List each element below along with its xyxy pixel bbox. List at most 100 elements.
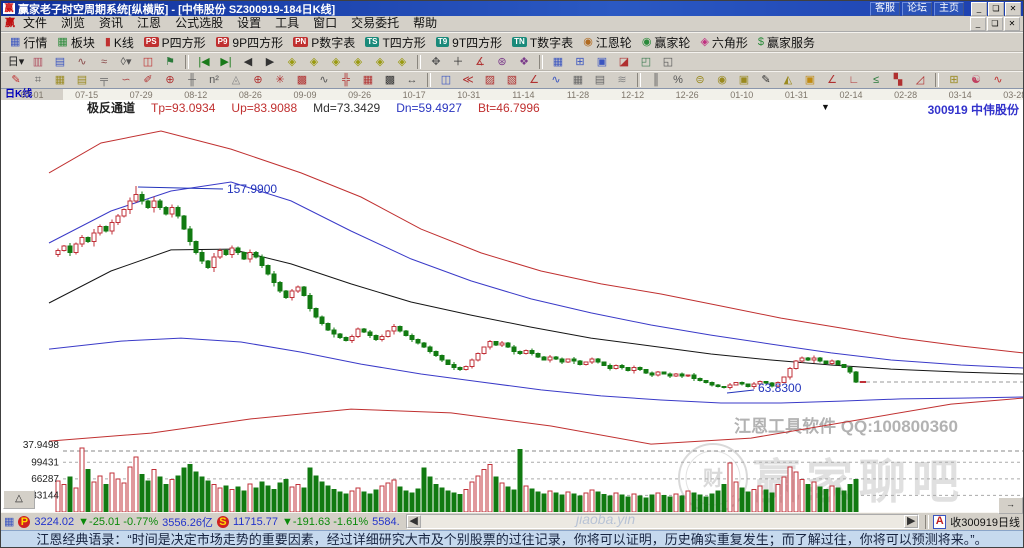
pattern-tool-button[interactable]: ❖: [514, 53, 534, 71]
scrollbar-right-arrow-icon[interactable]: ▶: [904, 515, 919, 528]
restore-button[interactable]: ❏: [987, 16, 1003, 31]
minimize-button[interactable]: _: [970, 16, 986, 31]
toolbar-9t-square-button[interactable]: T9 9T四方形: [431, 33, 507, 52]
chart-layout-button[interactable]: ▥: [28, 53, 48, 71]
kline-chart[interactable]: 财江恩工具软件 QQ:100800360赢家聊吧37.9498994316628…: [1, 89, 1024, 512]
menu-item-7[interactable]: 窗口: [306, 16, 344, 31]
quick-link-2[interactable]: 主页: [934, 1, 964, 16]
calculator-button[interactable]: ⊞: [570, 53, 590, 71]
green-angle-button[interactable]: ≤: [866, 71, 886, 89]
width-arrows-button[interactable]: ↔: [402, 71, 422, 89]
square-n2-button[interactable]: n²: [204, 71, 224, 89]
minimize-button[interactable]: _: [971, 1, 987, 16]
pan-hand-button[interactable]: ✥: [426, 53, 446, 71]
angle-pen-button[interactable]: ✐: [138, 71, 158, 89]
prev-bar-button[interactable]: ◀: [238, 53, 258, 71]
skip-start-button[interactable]: |◀: [194, 53, 214, 71]
chart-scroll-right-button[interactable]: →: [998, 497, 1023, 514]
minute-line-button[interactable]: ∿: [72, 53, 92, 71]
hatch-box2-button[interactable]: ▧: [502, 71, 522, 89]
brush-button[interactable]: ✎: [756, 71, 776, 89]
yinyang-button[interactable]: ☯: [966, 71, 986, 89]
zoom-in-button[interactable]: ◈: [304, 53, 324, 71]
close-button[interactable]: ✕: [1005, 1, 1021, 16]
grid-a-button[interactable]: ▦: [568, 71, 588, 89]
menu-item-5[interactable]: 设置: [230, 16, 268, 31]
f-angle-button[interactable]: ∟: [844, 71, 864, 89]
toolbar-p-table-button[interactable]: PN P数字表: [288, 33, 360, 52]
export-button[interactable]: ◰: [636, 53, 656, 71]
price-ruler-button[interactable]: ╤: [94, 71, 114, 89]
menu-item-6[interactable]: 工具: [268, 16, 306, 31]
marker-selector-button[interactable]: ◊▾: [116, 53, 136, 71]
steps-button[interactable]: ▚: [888, 71, 908, 89]
toolbar-9p-square-button[interactable]: P9 9P四方形: [211, 33, 288, 52]
wave-button[interactable]: ∿: [988, 71, 1008, 89]
collapse-pane-button[interactable]: △: [3, 490, 35, 509]
rising-angle-button[interactable]: ∠: [822, 71, 842, 89]
toolbar-winner-service-button[interactable]: $ 赢家服务: [753, 33, 820, 52]
toolbar-winner-wheel-button[interactable]: ◉ 赢家轮: [637, 33, 696, 52]
percent-gold-button[interactable]: ⊜: [690, 71, 710, 89]
pyramid-button[interactable]: ◭: [778, 71, 798, 89]
quick-link-1[interactable]: 论坛: [902, 1, 932, 16]
menu-item-0[interactable]: 文件: [16, 16, 54, 31]
toolbar-sectors-button[interactable]: ▦ 板块: [52, 33, 99, 52]
circle-cross-button[interactable]: ⊕: [160, 71, 180, 89]
grid-window-button[interactable]: ⊞: [944, 71, 964, 89]
close-button[interactable]: ✕: [1004, 16, 1020, 31]
arc-line-button[interactable]: ∽: [116, 71, 136, 89]
flag-tool-button[interactable]: ⚑: [160, 53, 180, 71]
zigzag-button[interactable]: ∿: [546, 71, 566, 89]
toolbar-hexagon-button[interactable]: ◈ 六角形: [695, 33, 752, 52]
gann-box-gold-button[interactable]: ▦: [50, 71, 70, 89]
calendar-button[interactable]: ▦: [548, 53, 568, 71]
next-bar-button[interactable]: ▶: [260, 53, 280, 71]
scrollbar-left-arrow-icon[interactable]: ◀: [406, 515, 421, 528]
period-day-selector-button[interactable]: 日▾: [6, 53, 26, 71]
trend-angle-button[interactable]: ∡: [470, 53, 490, 71]
menu-item-2[interactable]: 资讯: [92, 16, 130, 31]
toolbar-gann-wheel-button[interactable]: ◉ 江恩轮: [578, 33, 637, 52]
gann-circle-button[interactable]: ⊕: [248, 71, 268, 89]
toolbar-t-table-button[interactable]: TN T数字表: [507, 33, 578, 52]
crosshair-button[interactable]: ＋: [448, 53, 468, 71]
toolbar-quotes-button[interactable]: ▦ 行情: [5, 33, 52, 52]
gann-box-gold2-button[interactable]: ▤: [72, 71, 92, 89]
gann-tool-button[interactable]: ⊛: [492, 53, 512, 71]
info-panel-button[interactable]: ▤: [50, 53, 70, 71]
menu-item-4[interactable]: 公式选股: [168, 16, 230, 31]
kline-style-button[interactable]: ◫: [138, 53, 158, 71]
menu-item-9[interactable]: 帮助: [406, 16, 444, 31]
full-range-button[interactable]: ◈: [392, 53, 412, 71]
black-grid-button[interactable]: ▩: [380, 71, 400, 89]
hatch-box-button[interactable]: ▨: [480, 71, 500, 89]
import-button[interactable]: ◱: [658, 53, 678, 71]
toolbar-p-square-button[interactable]: PS P四方形: [139, 33, 211, 52]
compress-h-button[interactable]: ◈: [348, 53, 368, 71]
skip-end-button[interactable]: ▶|: [216, 53, 236, 71]
wave-tool-button[interactable]: ∿: [314, 71, 334, 89]
quote-grid-icon[interactable]: ▦: [4, 515, 14, 528]
zoom-out-button[interactable]: ◈: [282, 53, 302, 71]
grid-dense-button[interactable]: ╫: [182, 71, 202, 89]
save-button[interactable]: ◪: [614, 53, 634, 71]
menu-item-8[interactable]: 交易委托: [344, 16, 406, 31]
expand-v-button[interactable]: ◈: [370, 53, 390, 71]
toolbar-kline-button[interactable]: ▮ K线: [100, 33, 139, 52]
quick-link-0[interactable]: 客服: [870, 1, 900, 16]
expand-h-button[interactable]: ◈: [326, 53, 346, 71]
shaded-box-button[interactable]: ▩: [292, 71, 312, 89]
gold-rect-button[interactable]: ▣: [800, 71, 820, 89]
multi-line-button[interactable]: ≈: [94, 53, 114, 71]
restore-button[interactable]: ❏: [988, 1, 1004, 16]
horizontal-scrollbar[interactable]: ◀ ▶: [405, 514, 920, 529]
slope-button[interactable]: ◿: [910, 71, 930, 89]
time-division-button[interactable]: ⌗: [28, 71, 48, 89]
draw-pen-button[interactable]: ✎: [6, 71, 26, 89]
triangle-tool-button[interactable]: ◬: [226, 71, 246, 89]
arrow-grid2-button[interactable]: ▦: [358, 71, 378, 89]
menu-item-1[interactable]: 浏览: [54, 16, 92, 31]
parallel-lines-button[interactable]: ≋: [612, 71, 632, 89]
arrow-grid-button[interactable]: ╬: [336, 71, 356, 89]
